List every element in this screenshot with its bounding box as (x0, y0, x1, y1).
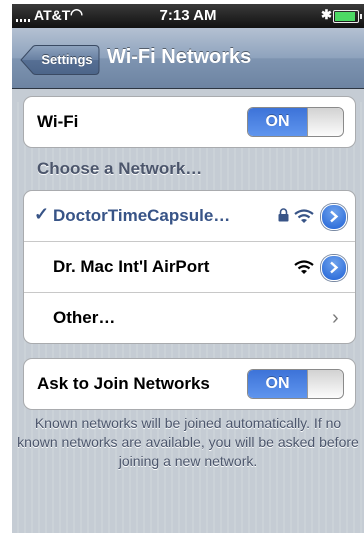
ask-to-join-switch[interactable]: ON (247, 369, 344, 399)
network-name: Dr. Mac Int'l AirPort (53, 257, 210, 276)
wifi-toggle-row: Wi-Fi ON (24, 97, 355, 147)
ask-to-join-footer: Known networks will be joined automatica… (17, 415, 359, 469)
wifi-toggle-group: Wi-Fi ON (23, 96, 356, 148)
network-list-group: ✓ DoctorTimeCapsule… Dr. Mac Int'l AirPo… (23, 190, 356, 344)
back-button-label: Settings (41, 52, 93, 67)
ask-to-join-group: Ask to Join Networks ON (23, 358, 356, 410)
wifi-signal-icon (294, 209, 314, 223)
battery-icon (333, 10, 362, 23)
wifi-switch[interactable]: ON (247, 107, 344, 137)
ask-to-join-label: Ask to Join Networks (37, 374, 210, 393)
disclosure-chevron-icon: › (332, 307, 339, 329)
chevron-right-icon (330, 261, 339, 274)
ask-to-join-row: Ask to Join Networks ON (24, 359, 355, 409)
iphone-screen: AT&T ◠ 7:13 AM ✱ Settings Wi-Fi Networks… (12, 4, 364, 533)
other-network-label: Other… (53, 308, 116, 327)
checkmark-icon: ✓ (34, 204, 50, 224)
navigation-bar: Settings Wi-Fi Networks (12, 28, 364, 89)
network-row-selected[interactable]: ✓ DoctorTimeCapsule… (24, 191, 355, 242)
status-bar: AT&T ◠ 7:13 AM ✱ (12, 4, 364, 28)
ask-to-join-switch-knob (307, 370, 343, 398)
other-network-row[interactable]: Other… › (24, 293, 355, 343)
network-detail-button[interactable] (321, 255, 347, 281)
back-button[interactable]: Settings (20, 45, 100, 75)
lock-icon (278, 208, 289, 222)
wifi-switch-knob (307, 108, 343, 136)
page-title: Wi-Fi Networks (107, 46, 252, 68)
wifi-signal-icon (294, 260, 314, 274)
ask-to-join-switch-state: ON (248, 370, 307, 398)
wifi-switch-state: ON (248, 108, 307, 136)
network-detail-button[interactable] (321, 204, 347, 230)
bluetooth-icon: ✱ (321, 7, 332, 22)
status-time: 7:13 AM (159, 7, 217, 24)
chevron-right-icon (330, 210, 339, 223)
section-header-networks: Choose a Network… (37, 159, 203, 178)
network-row[interactable]: Dr. Mac Int'l AirPort (24, 242, 355, 293)
network-name: DoctorTimeCapsule… (53, 206, 231, 225)
wifi-label: Wi-Fi (37, 112, 79, 131)
